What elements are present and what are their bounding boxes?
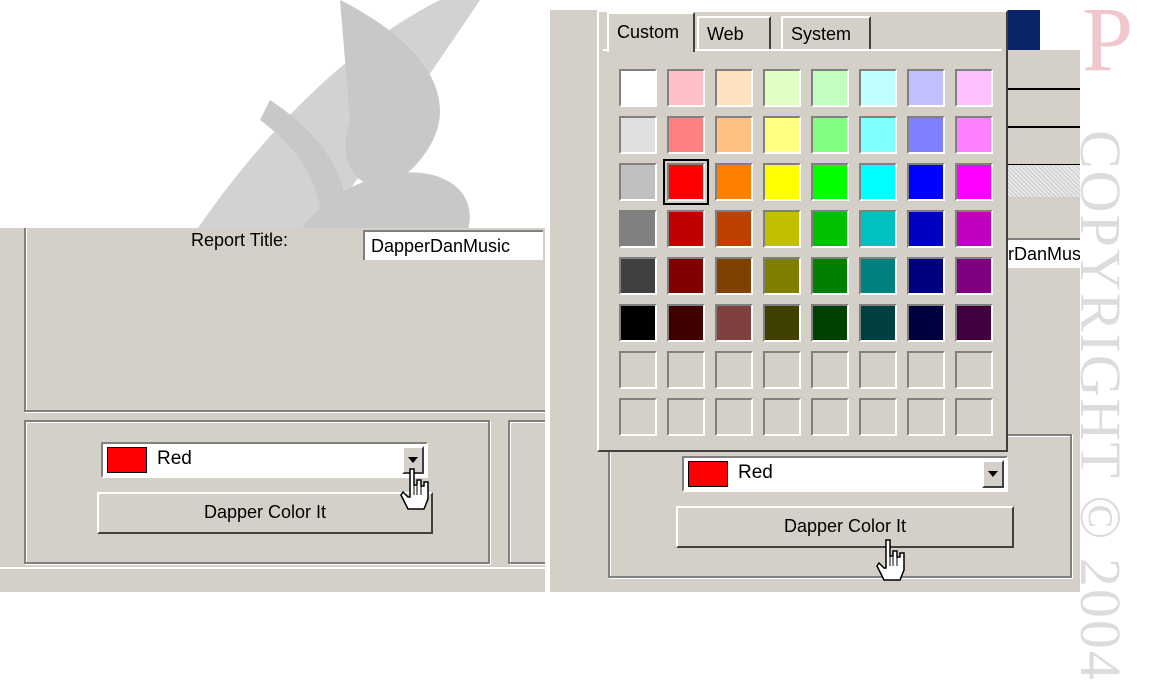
color-swatch-cell[interactable] bbox=[667, 116, 705, 154]
color-swatch-cell[interactable] bbox=[715, 210, 753, 248]
color-swatch-cell[interactable] bbox=[715, 69, 753, 107]
empty-swatch-cell[interactable] bbox=[763, 398, 801, 436]
right-color-swatch bbox=[688, 461, 728, 487]
color-swatch-cell[interactable] bbox=[619, 69, 657, 107]
left-dialog-panel: Report Title: DapperDanMusic Red Dapper … bbox=[0, 228, 545, 592]
color-swatch-cell[interactable] bbox=[907, 69, 945, 107]
empty-swatch-cell[interactable] bbox=[763, 351, 801, 389]
color-swatch-cell[interactable] bbox=[763, 257, 801, 295]
color-swatch-cell[interactable] bbox=[907, 163, 945, 201]
right-color-combo-value: Red bbox=[738, 462, 773, 483]
color-swatch-cell[interactable] bbox=[955, 304, 993, 342]
empty-swatch-cell[interactable] bbox=[859, 351, 897, 389]
copyright-watermark: P COPYRIGHT © 2004 bbox=[1068, 0, 1148, 682]
color-swatch-cell[interactable] bbox=[619, 163, 657, 201]
color-swatch-cell[interactable] bbox=[859, 69, 897, 107]
empty-swatch-cell[interactable] bbox=[715, 351, 753, 389]
empty-swatch-cell[interactable] bbox=[667, 398, 705, 436]
color-swatch-cell[interactable] bbox=[859, 257, 897, 295]
grid-line bbox=[996, 126, 1080, 128]
color-picker-popup: Custom Web System bbox=[597, 10, 1008, 452]
report-title-input-partial[interactable]: erDanMusic bbox=[996, 238, 1080, 268]
empty-swatch-cell[interactable] bbox=[811, 398, 849, 436]
color-swatch-cell[interactable] bbox=[715, 116, 753, 154]
second-groupbox bbox=[508, 420, 545, 564]
report-title-input[interactable]: DapperDanMusic bbox=[363, 230, 543, 260]
color-swatch-cell[interactable] bbox=[955, 116, 993, 154]
color-swatch-cell[interactable] bbox=[763, 116, 801, 154]
color-swatch-cell[interactable] bbox=[619, 304, 657, 342]
empty-swatch-cell[interactable] bbox=[907, 398, 945, 436]
color-swatch-cell[interactable] bbox=[811, 257, 849, 295]
hatched-cell bbox=[996, 165, 1080, 197]
right-dapper-color-button[interactable]: Dapper Color It bbox=[676, 506, 1014, 548]
color-swatch-cell[interactable] bbox=[955, 257, 993, 295]
grid-line bbox=[996, 88, 1080, 90]
empty-swatch-cell[interactable] bbox=[715, 398, 753, 436]
color-swatch-cell[interactable] bbox=[763, 163, 801, 201]
header-cell bbox=[1040, 10, 1080, 50]
color-swatch-cell[interactable] bbox=[667, 69, 705, 107]
color-swatch-cell[interactable] bbox=[715, 257, 753, 295]
color-swatch-cell[interactable] bbox=[763, 304, 801, 342]
empty-swatch-cell[interactable] bbox=[955, 398, 993, 436]
color-swatch-cell[interactable] bbox=[667, 304, 705, 342]
color-swatch-cell[interactable] bbox=[907, 210, 945, 248]
color-swatch-cell[interactable] bbox=[907, 257, 945, 295]
palette-grid bbox=[603, 49, 1002, 446]
color-swatch-cell[interactable] bbox=[619, 210, 657, 248]
color-swatch-cell[interactable] bbox=[763, 69, 801, 107]
color-swatch-cell[interactable] bbox=[811, 210, 849, 248]
color-swatch-cell[interactable] bbox=[859, 163, 897, 201]
color-swatch-cell[interactable] bbox=[619, 257, 657, 295]
color-swatch-cell[interactable] bbox=[663, 159, 709, 205]
right-dropdown-arrow-button[interactable] bbox=[982, 460, 1004, 488]
watermark-logo-letter: P bbox=[1082, 0, 1134, 90]
tab-system[interactable]: System bbox=[781, 16, 871, 50]
color-swatch-cell[interactable] bbox=[955, 69, 993, 107]
color-swatch-cell[interactable] bbox=[859, 116, 897, 154]
tab-custom[interactable]: Custom bbox=[607, 12, 695, 52]
color-swatch-cell[interactable] bbox=[907, 116, 945, 154]
empty-swatch-cell[interactable] bbox=[811, 351, 849, 389]
color-swatch-cell[interactable] bbox=[955, 163, 993, 201]
color-swatch-cell[interactable] bbox=[907, 304, 945, 342]
color-swatch-cell[interactable] bbox=[955, 210, 993, 248]
dapper-color-button[interactable]: Dapper Color It bbox=[97, 492, 433, 534]
hand-cursor-icon bbox=[876, 539, 905, 581]
color-swatch-cell[interactable] bbox=[763, 210, 801, 248]
color-swatch-cell[interactable] bbox=[811, 163, 849, 201]
color-swatch-cell[interactable] bbox=[667, 257, 705, 295]
color-swatch-cell[interactable] bbox=[811, 116, 849, 154]
color-combo[interactable]: Red bbox=[101, 442, 428, 478]
color-swatch-cell[interactable] bbox=[619, 116, 657, 154]
color-combo-value: Red bbox=[157, 448, 192, 469]
empty-swatch-cell[interactable] bbox=[907, 351, 945, 389]
color-swatch-cell[interactable] bbox=[811, 69, 849, 107]
color-swatch-cell[interactable] bbox=[715, 163, 753, 201]
color-swatch-cell[interactable] bbox=[667, 210, 705, 248]
hand-cursor-icon bbox=[400, 468, 429, 510]
color-swatch-cell[interactable] bbox=[859, 210, 897, 248]
color-swatch-cell[interactable] bbox=[811, 304, 849, 342]
report-title-label: Report Title: bbox=[191, 230, 289, 250]
status-strip bbox=[0, 567, 545, 592]
color-swatch bbox=[107, 447, 147, 473]
right-color-combo[interactable]: Red bbox=[682, 456, 1008, 492]
empty-swatch-cell[interactable] bbox=[619, 351, 657, 389]
empty-swatch-cell[interactable] bbox=[619, 398, 657, 436]
empty-swatch-cell[interactable] bbox=[859, 398, 897, 436]
empty-swatch-cell[interactable] bbox=[667, 351, 705, 389]
tab-web[interactable]: Web bbox=[697, 16, 771, 50]
color-swatch-cell[interactable] bbox=[859, 304, 897, 342]
color-swatch-cell[interactable] bbox=[715, 304, 753, 342]
empty-swatch-cell[interactable] bbox=[955, 351, 993, 389]
